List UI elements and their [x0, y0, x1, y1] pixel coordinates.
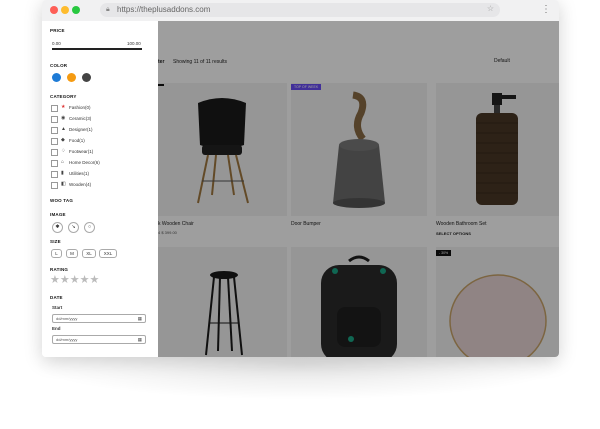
- address-bar[interactable]: 🔒︎ https://theplusaddons.com ☆: [100, 3, 500, 17]
- fashion-icon: ★: [61, 104, 66, 110]
- size-option-m[interactable]: M: [66, 249, 78, 258]
- category-label: Home Decor(6): [69, 160, 100, 165]
- start-date-label: Start: [52, 305, 63, 310]
- rating-stars[interactable]: ★★★★★: [50, 275, 99, 286]
- image-heading: IMAGE: [50, 212, 66, 217]
- page-overlay[interactable]: [158, 21, 559, 357]
- category-label: Food(1): [69, 138, 85, 143]
- category-checkbox[interactable]: [51, 160, 58, 167]
- category-label: Utilities(1): [69, 171, 90, 176]
- image-filter-option[interactable]: ✱: [52, 222, 63, 233]
- close-window-button[interactable]: [50, 6, 58, 14]
- wooden-icon: ◧: [61, 181, 66, 187]
- category-label: Fashion(0): [69, 105, 91, 110]
- color-heading: COLOR: [50, 63, 68, 68]
- start-date-placeholder: dd/mm/yyyy: [56, 316, 78, 321]
- ceramic-icon: ◉: [61, 115, 66, 121]
- lock-icon: 🔒︎: [106, 6, 110, 13]
- woo-tag-heading: WOO TAG: [50, 198, 74, 203]
- category-checkbox[interactable]: [51, 149, 58, 156]
- size-option-xl[interactable]: XL: [82, 249, 96, 258]
- calendar-icon[interactable]: ▦: [138, 336, 142, 343]
- rating-heading: RATING: [50, 267, 69, 272]
- designer-icon: ▲: [61, 126, 66, 132]
- url-text: https://theplusaddons.com: [117, 5, 211, 14]
- image-filter-option[interactable]: ↘: [68, 222, 79, 233]
- price-min-value: 0.00: [52, 41, 61, 46]
- price-max-value: 100.00: [127, 41, 141, 46]
- browser-menu-icon[interactable]: ⋮: [541, 3, 551, 17]
- color-swatch-orange[interactable]: [67, 73, 76, 82]
- page-content: ter Showing 11 of 11 results Default k W…: [42, 21, 559, 357]
- category-label: Wooden(4): [69, 182, 92, 187]
- price-range-slider[interactable]: [52, 48, 142, 50]
- filter-sidebar: PRICE 0.00 100.00 COLOR CATEGORY ★ Fashi…: [42, 21, 158, 357]
- category-checkbox[interactable]: [51, 127, 58, 134]
- image-filter-option[interactable]: ○: [84, 222, 95, 233]
- category-label: Footwear(1): [69, 149, 94, 154]
- category-checkbox[interactable]: [51, 138, 58, 145]
- maximize-window-button[interactable]: [72, 6, 80, 14]
- color-swatch-blue[interactable]: [52, 73, 61, 82]
- size-option-xxl[interactable]: XXL: [99, 249, 117, 258]
- color-swatch-dark[interactable]: [82, 73, 91, 82]
- category-checkbox[interactable]: [51, 105, 58, 112]
- footwear-icon: ♢: [61, 148, 66, 154]
- end-date-placeholder: dd/mm/yyyy: [56, 337, 78, 342]
- category-checkbox[interactable]: [51, 182, 58, 189]
- end-date-input[interactable]: dd/mm/yyyy ▦: [52, 335, 146, 344]
- date-heading: DATE: [50, 295, 63, 300]
- category-label: Designer(1): [69, 127, 93, 132]
- browser-window: 🔒︎ https://theplusaddons.com ☆ ⋮ ter Sho…: [42, 0, 559, 357]
- minimize-window-button[interactable]: [61, 6, 69, 14]
- browser-toolbar: 🔒︎ https://theplusaddons.com ☆ ⋮: [42, 0, 559, 22]
- size-heading: SIZE: [50, 239, 61, 244]
- bookmark-star-icon[interactable]: ☆: [487, 3, 494, 14]
- food-icon: ◆: [61, 137, 65, 143]
- calendar-icon[interactable]: ▦: [138, 315, 142, 322]
- size-option-l[interactable]: L: [51, 249, 62, 258]
- end-date-label: End: [52, 326, 61, 331]
- category-checkbox[interactable]: [51, 171, 58, 178]
- start-date-input[interactable]: dd/mm/yyyy ▦: [52, 314, 146, 323]
- category-heading: CATEGORY: [50, 94, 77, 99]
- category-label: Ceramic(3): [69, 116, 92, 121]
- price-heading: PRICE: [50, 28, 65, 33]
- utilities-icon: ▮: [61, 170, 64, 176]
- home-decor-icon: ⌂: [61, 159, 65, 165]
- category-checkbox[interactable]: [51, 116, 58, 123]
